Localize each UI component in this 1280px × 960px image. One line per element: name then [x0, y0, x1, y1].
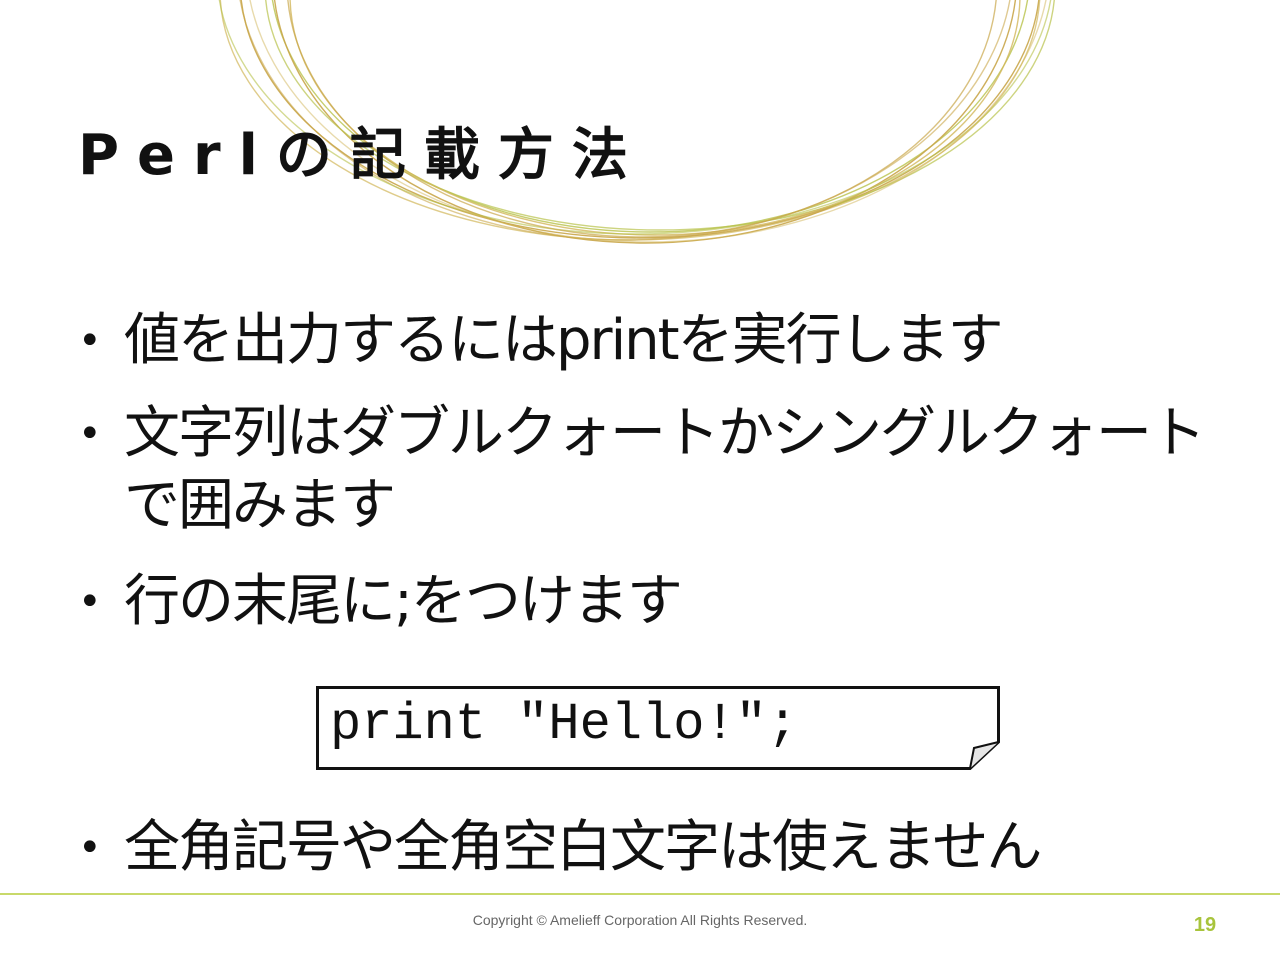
bullet-dot-icon: •	[78, 825, 102, 871]
bullet-dot-icon: •	[78, 411, 102, 457]
slide: Perlの記載方法 • 値を出力するにはprintを実行します • 文字列はダブ…	[0, 0, 1280, 960]
bullet-text: 値を出力するにはprintを実行します	[124, 308, 1004, 373]
code-example-box: print "Hello!";	[316, 686, 1000, 770]
footer-divider	[0, 893, 1280, 895]
bullet-dot-icon: •	[78, 318, 102, 364]
copyright-text: Copyright © Amelieff Corporation All Rig…	[472, 912, 808, 928]
bullet-text: 文字列はダブルクォートかシングルクォートで囲みます	[124, 401, 1206, 538]
bullet-text: 行の末尾に;をつけます	[124, 569, 683, 634]
bullet-text: 全角記号や全角空白文字は使えません	[124, 815, 1042, 880]
bullet-list: • 値を出力するにはprintを実行します • 文字列はダブルクォートかシングル…	[0, 0, 1280, 960]
page-number: 19	[1193, 914, 1217, 936]
code-text: print "Hello!";	[330, 695, 799, 754]
bullet-dot-icon: •	[78, 579, 102, 625]
